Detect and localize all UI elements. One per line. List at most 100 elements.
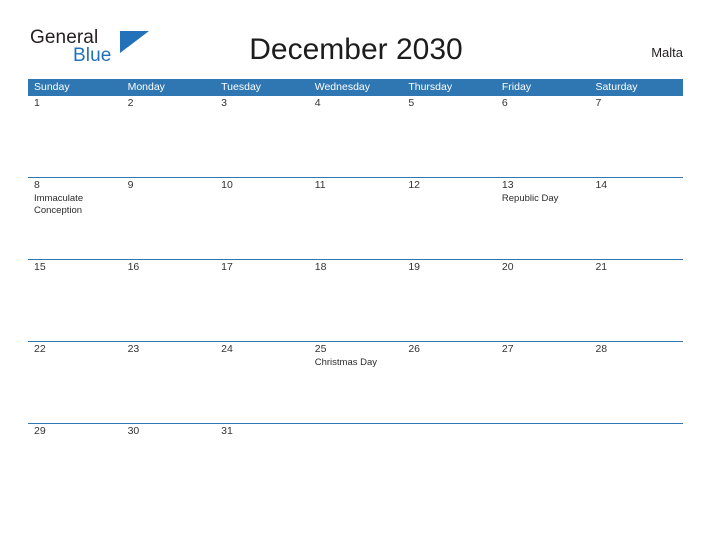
- day-number: 29: [34, 425, 46, 437]
- day-event: [315, 192, 403, 193]
- day-number: 20: [501, 261, 514, 273]
- day-number: 7: [595, 97, 602, 109]
- calendar-day-cell[interactable]: 10: [215, 178, 309, 259]
- calendar-day-cell[interactable]: 14: [589, 178, 684, 259]
- calendar-day-cell[interactable]: 27: [495, 342, 590, 423]
- weekday-header-sunday: Sunday: [34, 81, 70, 93]
- day-number: 26: [408, 343, 420, 355]
- calendar-day-cell[interactable]: 8 Immaculate Conception: [28, 178, 122, 259]
- page-title: December 2030: [249, 33, 463, 66]
- calendar-day-cell[interactable]: 21: [589, 260, 684, 341]
- day-number: 23: [127, 343, 140, 355]
- calendar-week-row: 1 2 3 4 5 6 7: [28, 96, 684, 177]
- day-event: [502, 110, 590, 111]
- calendar-day-cell[interactable]: 11: [308, 178, 403, 259]
- calendar-day-cell[interactable]: 15: [28, 260, 122, 341]
- day-number: 1: [34, 97, 40, 109]
- country-label: Malta: [651, 45, 683, 60]
- day-number: 17: [221, 261, 233, 273]
- day-number: 31: [221, 425, 233, 437]
- day-event: [315, 274, 403, 275]
- calendar-day-cell[interactable]: 17: [215, 260, 309, 341]
- calendar-day-cell[interactable]: 31: [215, 424, 309, 446]
- day-event: [221, 192, 309, 193]
- day-number: 8: [34, 179, 40, 191]
- day-event: [408, 192, 496, 193]
- day-event: [315, 110, 403, 111]
- calendar-week-row: 22 23 24 25 Christmas Day 26 27 28: [28, 341, 684, 423]
- calendar-day-cell[interactable]: 7: [589, 96, 684, 177]
- calendar-day-cell[interactable]: 25 Christmas Day: [308, 342, 403, 423]
- calendar-day-cell[interactable]: 29: [28, 424, 122, 446]
- day-event: [128, 356, 216, 357]
- day-event: [408, 438, 496, 439]
- day-event: [408, 356, 496, 357]
- day-number: 5: [408, 97, 415, 109]
- day-number: 19: [408, 261, 420, 273]
- calendar-day-cell[interactable]: 18: [308, 260, 403, 341]
- calendar-day-cell[interactable]: 24: [215, 342, 309, 423]
- day-event: [502, 356, 590, 357]
- day-event: Christmas Day: [314, 357, 378, 368]
- day-event: [128, 274, 216, 275]
- calendar-day-cell[interactable]: 23: [121, 342, 216, 423]
- calendar-day-cell-empty: [308, 424, 403, 446]
- day-number: 6: [501, 97, 508, 109]
- day-event: [408, 274, 496, 275]
- calendar-day-cell[interactable]: 2: [121, 96, 216, 177]
- calendar-day-cell[interactable]: 28: [589, 342, 684, 423]
- day-number: 10: [221, 179, 233, 191]
- calendar-day-cell[interactable]: 26: [402, 342, 496, 423]
- day-number: 4: [314, 97, 321, 109]
- calendar-day-cell[interactable]: 4: [308, 96, 403, 177]
- weekday-header-friday: Friday: [501, 81, 532, 93]
- weekday-header-saturday: Saturday: [595, 81, 638, 93]
- day-event: [502, 274, 590, 275]
- calendar-week-row: 15 16 17 18 19 20 21: [28, 259, 684, 341]
- weekday-header-tuesday: Tuesday: [221, 81, 262, 93]
- day-number: 28: [595, 343, 608, 355]
- calendar-day-cell[interactable]: 5: [402, 96, 496, 177]
- day-number: 15: [34, 261, 46, 273]
- calendar-day-cell[interactable]: 30: [121, 424, 216, 446]
- page-header: General Blue December 2030 Malta: [0, 0, 712, 68]
- day-event: [221, 438, 309, 439]
- weekday-header-row: Sunday Monday Tuesday Wednesday Thursday…: [28, 79, 683, 96]
- day-number: 27: [501, 343, 514, 355]
- day-event: [34, 356, 122, 357]
- day-event: [34, 438, 122, 439]
- calendar-day-cell[interactable]: 20: [495, 260, 590, 341]
- day-number: 22: [34, 343, 46, 355]
- calendar-day-cell[interactable]: 16: [121, 260, 216, 341]
- day-number: 30: [127, 425, 140, 437]
- day-event: Republic Day: [501, 193, 559, 204]
- calendar-day-cell[interactable]: 9: [121, 178, 216, 259]
- day-event: [221, 110, 309, 111]
- calendar-day-cell-empty: [589, 424, 684, 446]
- day-number: 24: [221, 343, 233, 355]
- day-number: 2: [127, 97, 134, 109]
- calendar-day-cell[interactable]: 1: [28, 96, 122, 177]
- day-event: [502, 438, 590, 439]
- day-event: [128, 110, 216, 111]
- calendar-day-cell[interactable]: 22: [28, 342, 122, 423]
- calendar-day-cell[interactable]: 12: [402, 178, 496, 259]
- day-number: 11: [314, 179, 326, 191]
- day-event: [595, 192, 683, 193]
- day-event: [595, 438, 683, 439]
- day-event: [128, 438, 216, 439]
- calendar-day-cell[interactable]: 13 Republic Day: [495, 178, 590, 259]
- day-event: [315, 438, 403, 439]
- calendar-day-cell[interactable]: 6: [495, 96, 590, 177]
- day-number: 18: [314, 261, 327, 273]
- day-event: [221, 356, 309, 357]
- day-number: 16: [127, 261, 140, 273]
- day-event: [34, 274, 122, 275]
- calendar-day-cell[interactable]: 3: [215, 96, 309, 177]
- calendar-day-cell-empty: [402, 424, 496, 446]
- day-number: 12: [408, 179, 420, 191]
- day-event: Immaculate Conception: [34, 193, 84, 216]
- weekday-header-monday: Monday: [127, 81, 165, 93]
- calendar-day-cell-empty: [495, 424, 590, 446]
- calendar-day-cell[interactable]: 19: [402, 260, 496, 341]
